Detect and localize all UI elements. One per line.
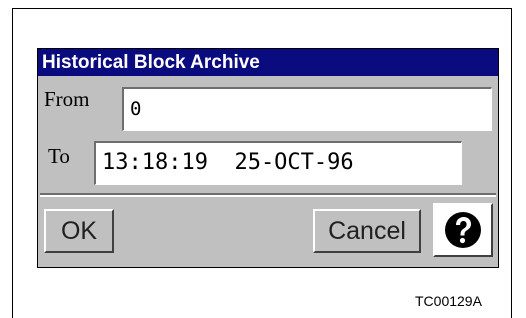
figure-id-label: TC00129A — [415, 293, 482, 309]
historical-block-archive-dialog: Historical Block Archive From 0 To 13:18… — [37, 48, 499, 268]
question-circle-icon — [445, 212, 481, 248]
from-input[interactable]: 0 — [122, 87, 492, 131]
dialog-title: Historical Block Archive — [38, 49, 498, 76]
ok-button[interactable]: OK — [44, 209, 114, 253]
from-label: From — [44, 87, 90, 111]
button-separator — [40, 193, 496, 197]
cancel-button[interactable]: Cancel — [313, 209, 421, 253]
to-label: To — [48, 144, 70, 168]
to-input[interactable]: 13:18:19 25-OCT-96 — [94, 141, 462, 185]
help-button[interactable] — [433, 203, 493, 257]
